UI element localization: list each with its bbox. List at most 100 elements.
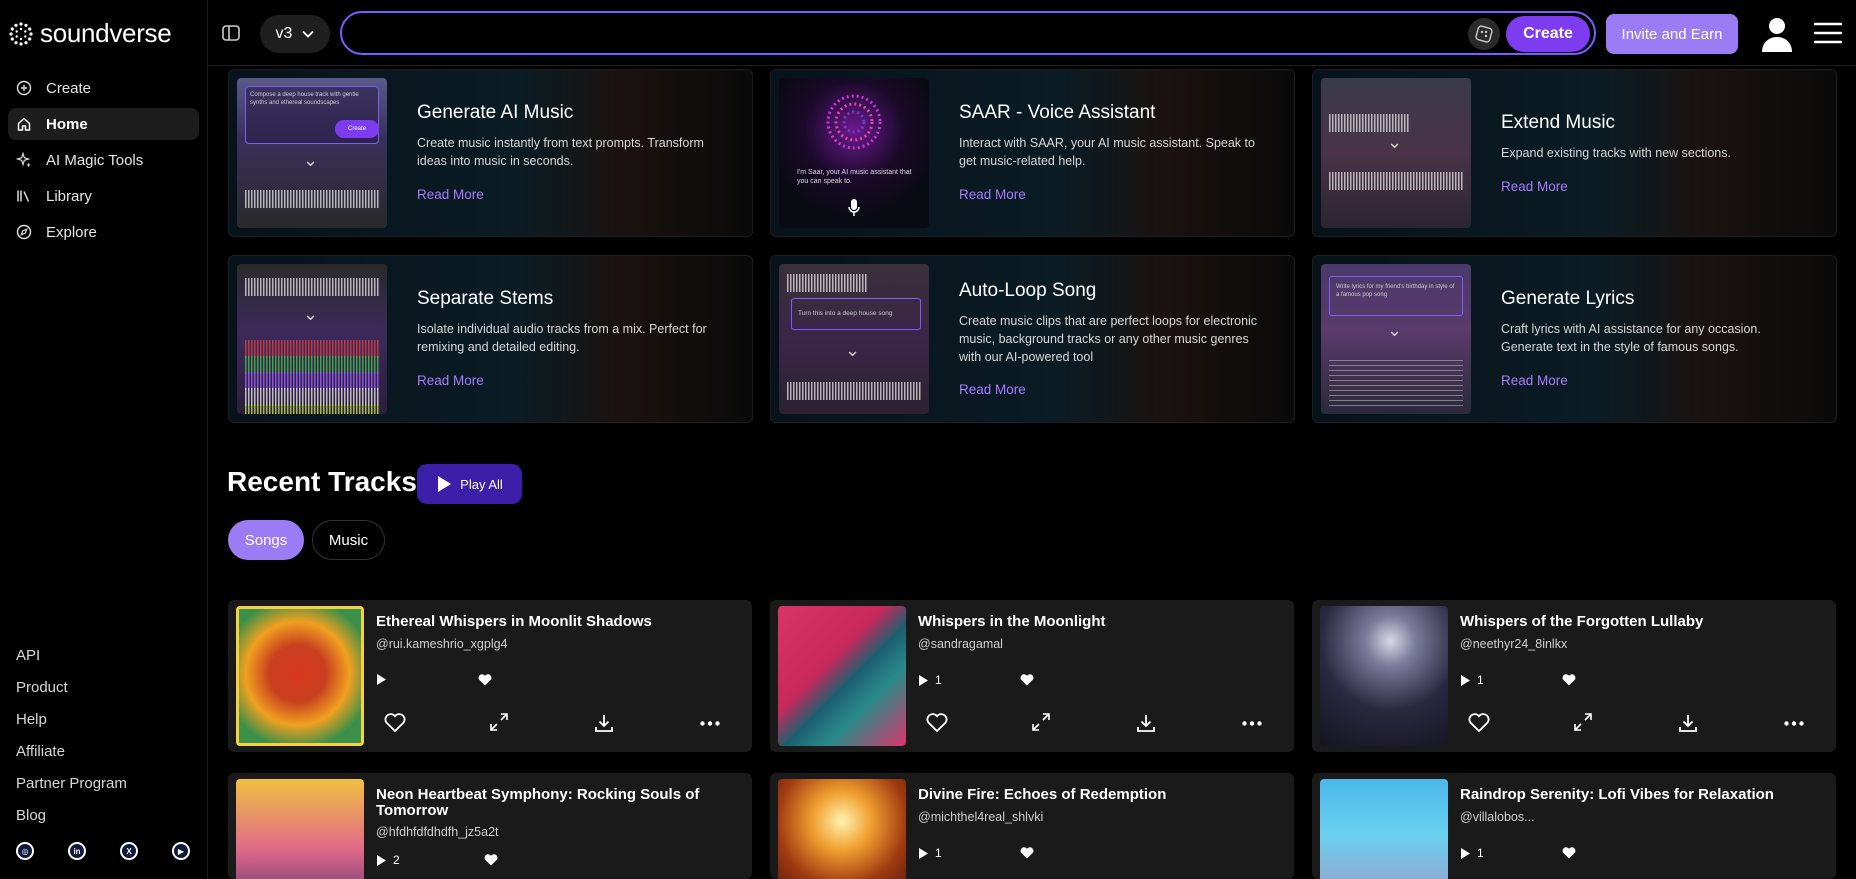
sidebar-nav: Create Home AI Magic Tools Library Explo… [8,72,199,252]
like-heart-outline-icon[interactable] [926,713,948,733]
track-card[interactable]: Neon Heartbeat Symphony: Rocking Souls o… [228,773,752,879]
sidebar-item-create[interactable]: Create [8,72,199,104]
track-title[interactable]: Whispers in the Moonlight [918,614,1278,630]
track-title[interactable]: Whispers of the Forgotten Lullaby [1460,614,1820,630]
sidebar-item-library[interactable]: Library [8,180,199,212]
instagram-icon[interactable]: ◎ [16,842,34,860]
feature-card-auto-loop-song[interactable]: Turn this into a deep house song ⌄ Auto-… [770,255,1295,423]
track-user[interactable]: @michthel4real_shlvki [918,810,1043,824]
linkedin-icon[interactable]: in [68,842,86,860]
track-play-button[interactable] [376,673,393,686]
read-more-link[interactable]: Read More [959,187,1026,202]
version-label: v3 [275,25,293,42]
like-heart-outline-icon[interactable] [1468,713,1490,733]
track-artwork [1320,779,1448,879]
feature-card-saar-voice-assistant[interactable]: I'm Saar, your AI music assistant that y… [770,69,1295,237]
app-root: soundverse Create Home AI Magic Tools Li… [0,0,1856,879]
track-title[interactable]: Divine Fire: Echoes of Redemption [918,787,1278,803]
track-card[interactable]: Raindrop Serenity: Lofi Vibes for Relaxa… [1312,773,1836,879]
expand-icon[interactable] [1032,713,1050,731]
track-play-button[interactable]: 1 [1460,846,1484,860]
track-user[interactable]: @hfdhfdfdhdfh_jz5a2t [376,825,499,839]
x-icon[interactable]: X [120,842,138,860]
create-button[interactable]: Create [1506,16,1590,52]
expand-icon[interactable] [490,713,508,731]
track-card[interactable]: Whispers of the Forgotten Lullaby @neeth… [1312,600,1836,752]
waveform-icon [1329,172,1463,190]
more-options-icon[interactable] [1242,721,1262,726]
recent-tracks-title: Recent Tracks [227,466,417,497]
waveform-icon [245,404,379,414]
feature-card-generate-ai-music[interactable]: Compose a deep house track with gentle s… [228,69,753,237]
sidebar-item-home[interactable]: Home [8,108,199,140]
chevron-down-icon: ⌄ [845,340,861,360]
play-icon [919,847,928,859]
footer-link-blog[interactable]: Blog [16,800,127,832]
track-title[interactable]: Ethereal Whispers in Moonlit Shadows [376,614,736,630]
heart-icon[interactable] [478,674,492,686]
soundverse-logo-icon [9,21,33,46]
read-more-link[interactable]: Read More [1501,373,1568,388]
tab-songs[interactable]: Songs [228,520,304,560]
hamburger-menu-icon[interactable] [1814,22,1842,44]
prompt-input[interactable] [360,13,1460,53]
download-icon[interactable] [1136,713,1156,733]
track-card[interactable]: Divine Fire: Echoes of Redemption @micht… [770,773,1294,879]
heart-icon[interactable] [484,854,498,866]
read-more-link[interactable]: Read More [417,373,484,388]
like-heart-outline-icon[interactable] [384,713,406,733]
track-card[interactable]: Ethereal Whispers in Moonlit Shadows @ru… [228,600,752,752]
heart-icon[interactable] [1562,674,1576,686]
download-icon[interactable] [594,713,614,733]
play-count: 1 [935,673,942,687]
track-play-button[interactable]: 1 [918,846,942,860]
feature-card-separate-stems[interactable]: ⌄ Separate Stems Isolate individual audi… [228,255,753,423]
track-play-button[interactable]: 2 [376,853,400,867]
feature-description: Craft lyrics with AI assistance for any … [1501,322,1761,354]
play-all-button[interactable]: Play All [417,464,522,504]
sidebar-item-explore[interactable]: Explore [8,216,199,248]
feature-title: Generate AI Music [417,102,574,123]
sidebar-toggle-icon[interactable] [220,22,242,44]
track-user[interactable]: @sandragamal [918,637,1003,651]
track-play-button[interactable]: 1 [1460,673,1484,687]
footer-link-partner-program[interactable]: Partner Program [16,768,127,800]
invite-and-earn-button[interactable]: Invite and Earn [1606,14,1738,54]
track-card[interactable]: Whispers in the Moonlight @sandragamal 1 [770,600,1294,752]
read-more-link[interactable]: Read More [417,187,484,202]
sidebar-item-ai-magic-tools[interactable]: AI Magic Tools [8,144,199,176]
download-icon[interactable] [1678,713,1698,733]
footer-link-api[interactable]: API [16,640,127,672]
track-user[interactable]: @villalobos... [1460,810,1535,824]
social-links: ◎ in X ▶ [16,842,190,860]
heart-icon[interactable] [1562,847,1576,859]
chevron-down-icon: ⌄ [1387,132,1403,152]
tab-music[interactable]: Music [312,520,385,560]
track-title[interactable]: Raindrop Serenity: Lofi Vibes for Relaxa… [1460,787,1820,803]
footer-link-affiliate[interactable]: Affiliate [16,736,127,768]
footer-link-product[interactable]: Product [16,672,127,704]
heart-icon[interactable] [1020,674,1034,686]
more-options-icon[interactable] [1784,721,1804,726]
read-more-link[interactable]: Read More [959,382,1026,397]
track-artwork [1320,606,1448,746]
track-user[interactable]: @neethyr24_8inlkx [1460,637,1567,651]
track-user[interactable]: @rui.kameshrio_xgplg4 [376,637,508,651]
feature-card-generate-lyrics[interactable]: Write lyrics for my friend's birthday in… [1312,255,1837,423]
brand-logo[interactable]: soundverse [8,18,172,49]
heart-icon[interactable] [1020,847,1034,859]
read-more-link[interactable]: Read More [1501,179,1568,194]
user-avatar-icon[interactable] [1760,16,1794,52]
dice-icon[interactable] [1468,18,1500,50]
waveform-icon [245,190,379,208]
more-options-icon[interactable] [700,721,720,726]
track-play-button[interactable]: 1 [918,673,942,687]
version-select[interactable]: v3 [260,15,330,53]
youtube-icon[interactable]: ▶ [172,842,190,860]
track-title[interactable]: Neon Heartbeat Symphony: Rocking Souls o… [376,787,736,819]
expand-icon[interactable] [1574,713,1592,731]
feature-card-extend-music[interactable]: ⌄ Extend Music Expand existing tracks wi… [1312,69,1837,237]
footer-link-help[interactable]: Help [16,704,127,736]
lyrics-lines [1329,360,1463,410]
waveform-icon [787,274,867,292]
